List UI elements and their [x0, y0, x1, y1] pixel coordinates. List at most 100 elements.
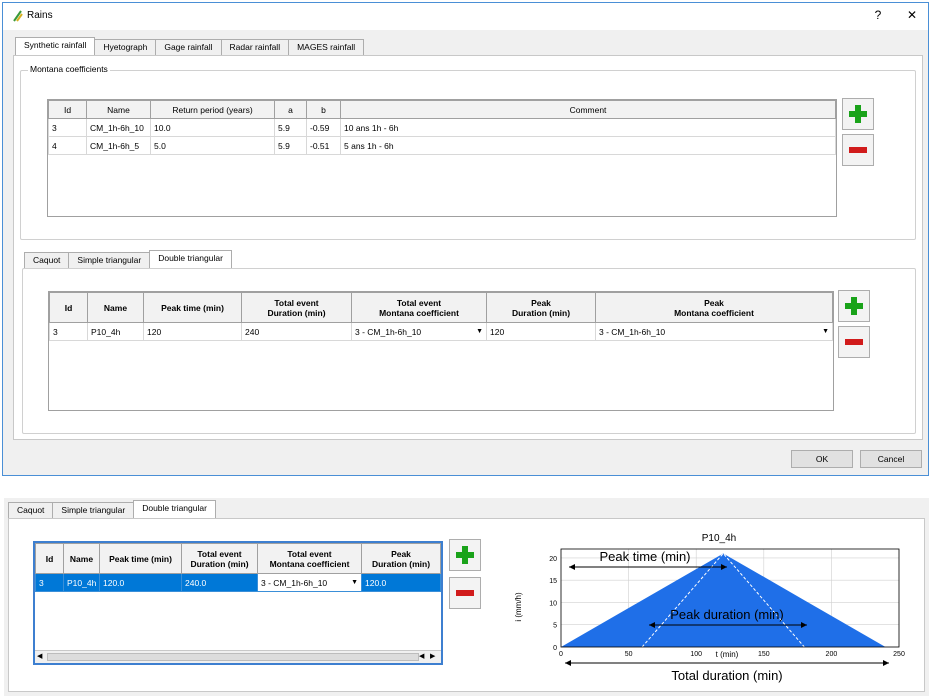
col-header[interactable]: Id: [49, 292, 88, 323]
peak-time-annotation: Peak time (min): [599, 549, 690, 564]
plus-icon-bar: [851, 297, 857, 315]
x-tick-label: 150: [758, 651, 770, 658]
combo-cell[interactable]: 3 - CM_1h-6h_10 ▼: [351, 322, 487, 341]
hyetograph-chart: P10_4h 0 50 100 150 200 250 05101520 t (min) …: [509, 527, 919, 687]
x-tick-label: 100: [690, 651, 702, 658]
col-header[interactable]: Id: [48, 100, 87, 119]
horizontal-scrollbar[interactable]: ◀ ◀ ▶: [35, 650, 441, 663]
tab-caquot[interactable]: Caquot: [24, 252, 70, 268]
col-header[interactable]: b: [306, 100, 341, 119]
col-header[interactable]: Peak Montana coefficient: [595, 292, 833, 323]
window-title: Rains: [27, 10, 53, 21]
cell[interactable]: 5 ans 1h - 6h: [340, 136, 836, 155]
col-header[interactable]: Id: [35, 543, 64, 574]
help-button[interactable]: ?: [869, 8, 887, 22]
tab-caquot[interactable]: Caquot: [8, 502, 54, 518]
combo-cell[interactable]: 3 - CM_1h-6h_10 ▼: [257, 573, 362, 592]
peak-duration-annotation: Peak duration (min): [670, 607, 783, 622]
cell[interactable]: P10_4h: [87, 322, 144, 341]
col-header[interactable]: a: [274, 100, 307, 119]
scroll-right-icon[interactable]: ▶: [430, 652, 435, 660]
tab-double-triangular[interactable]: Double triangular: [133, 500, 216, 518]
minus-icon: [849, 147, 867, 153]
add-row-button[interactable]: [449, 539, 481, 571]
tab-double-triangular[interactable]: Double triangular: [149, 250, 232, 268]
col-header[interactable]: Peak time (min): [99, 543, 182, 574]
cell[interactable]: CM_1h-6h_5: [86, 136, 151, 155]
add-double-triangular-button[interactable]: [838, 290, 870, 322]
remove-double-triangular-button[interactable]: [838, 326, 870, 358]
tab-simple-triangular[interactable]: Simple triangular: [52, 502, 135, 518]
x-tick-label: 200: [826, 651, 838, 658]
table-row-selected[interactable]: 3 P10_4h 120.0 240.0 3 - CM_1h-6h_10 ▼ 12…: [35, 573, 441, 592]
remove-montana-button[interactable]: [842, 134, 874, 166]
cell[interactable]: 120: [143, 322, 242, 341]
col-header[interactable]: Total event Montana coefficient: [257, 543, 362, 574]
cell[interactable]: 120.0: [99, 573, 182, 592]
cell[interactable]: 3: [49, 322, 88, 341]
col-header[interactable]: Peak Duration (min): [361, 543, 441, 574]
scroll-left-icon[interactable]: ◀: [419, 652, 424, 660]
bottom-table[interactable]: Id Name Peak time (min) Total event Dura…: [33, 541, 443, 665]
combo-cell[interactable]: 3 - CM_1h-6h_10 ▼: [595, 322, 833, 341]
dropdown-arrow-icon[interactable]: ▼: [476, 328, 483, 335]
tab-radar-rainfall[interactable]: Radar rainfall: [220, 39, 290, 55]
col-header[interactable]: Comment: [340, 100, 836, 119]
cell[interactable]: 5.9: [274, 136, 307, 155]
ok-button[interactable]: OK: [791, 450, 853, 468]
col-header[interactable]: Name: [86, 100, 151, 119]
cell[interactable]: 3: [48, 118, 87, 137]
close-button[interactable]: ✕: [903, 8, 921, 22]
col-header[interactable]: Total event Montana coefficient: [351, 292, 487, 323]
sub-tab-bar: Caquot Simple triangular Double triangul…: [24, 250, 232, 268]
y-tick-label: 0: [553, 645, 557, 652]
bottom-sub-tab-bar: Caquot Simple triangular Double triangul…: [8, 500, 216, 518]
table-row[interactable]: 4 CM_1h-6h_5 5.0 5.9 -0.51 5 ans 1h - 6h: [48, 136, 836, 155]
cell[interactable]: 5.0: [150, 136, 275, 155]
cell[interactable]: 240.0: [181, 573, 258, 592]
col-header[interactable]: Name: [63, 543, 100, 574]
cell[interactable]: CM_1h-6h_10: [86, 118, 151, 137]
table-row[interactable]: 3 P10_4h 120 240 3 - CM_1h-6h_10 ▼ 120 3 …: [49, 322, 833, 341]
cell[interactable]: 4: [48, 136, 87, 155]
table-row[interactable]: 3 CM_1h-6h_10 10.0 5.9 -0.59 10 ans 1h -…: [48, 118, 836, 137]
tab-simple-triangular[interactable]: Simple triangular: [68, 252, 151, 268]
title-bar: Rains ? ✕: [3, 3, 928, 30]
cell[interactable]: -0.51: [306, 136, 341, 155]
cell[interactable]: 10.0: [150, 118, 275, 137]
cell[interactable]: 240: [241, 322, 352, 341]
tab-mages-rainfall[interactable]: MAGES rainfall: [288, 39, 365, 55]
cell[interactable]: 120.0: [361, 573, 441, 592]
cell[interactable]: -0.59: [306, 118, 341, 137]
cell[interactable]: 5.9: [274, 118, 307, 137]
col-header[interactable]: Return period (years): [150, 100, 275, 119]
double-triangular-table[interactable]: Id Name Peak time (min) Total event Dura…: [48, 291, 834, 411]
cell[interactable]: P10_4h: [63, 573, 100, 592]
bottom-panel: Caquot Simple triangular Double triangul…: [4, 498, 929, 696]
add-montana-button[interactable]: [842, 98, 874, 130]
cancel-button[interactable]: Cancel: [860, 450, 922, 468]
y-tick-label: 10: [549, 600, 557, 607]
dropdown-arrow-icon[interactable]: ▼: [351, 579, 358, 586]
tab-synthetic-rainfall[interactable]: Synthetic rainfall: [15, 37, 96, 55]
remove-row-button[interactable]: [449, 577, 481, 609]
cell[interactable]: 10 ans 1h - 6h: [340, 118, 836, 137]
col-header[interactable]: Total event Duration (min): [181, 543, 258, 574]
scroll-left-icon[interactable]: ◀: [37, 652, 42, 660]
montana-table[interactable]: Id Name Return period (years) a b Commen…: [47, 99, 837, 217]
cell[interactable]: 3: [35, 573, 64, 592]
dropdown-arrow-icon[interactable]: ▼: [822, 328, 829, 335]
scrollbar-thumb[interactable]: [47, 653, 419, 661]
col-header[interactable]: Total event Duration (min): [241, 292, 352, 323]
col-header[interactable]: Peak Duration (min): [486, 292, 596, 323]
tab-hyetograph[interactable]: Hyetograph: [94, 39, 157, 55]
cell[interactable]: 120: [486, 322, 596, 341]
table-header-row: Id Name Peak time (min) Total event Dura…: [49, 292, 833, 323]
col-header[interactable]: Name: [87, 292, 144, 323]
col-header[interactable]: Peak time (min): [143, 292, 242, 323]
y-tick-label: 20: [549, 556, 557, 563]
total-duration-annotation: Total duration (min): [671, 668, 782, 683]
y-axis-label: i (mm/h): [514, 592, 523, 622]
tab-gage-rainfall[interactable]: Gage rainfall: [155, 39, 222, 55]
plus-icon-bar: [462, 546, 468, 564]
